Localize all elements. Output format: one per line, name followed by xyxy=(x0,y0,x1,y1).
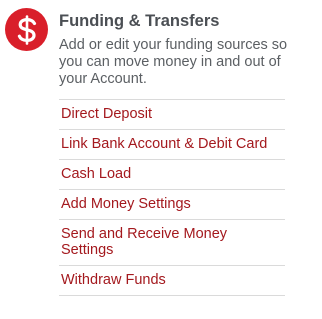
dollar-icon xyxy=(5,8,48,51)
description-line: your Account. xyxy=(59,71,147,87)
link-label: Link Bank Account & Debit Card xyxy=(61,136,268,152)
section-title: Funding & Transfers xyxy=(59,12,220,30)
link-label: Cash Load xyxy=(61,166,132,182)
description-line: Add or edit your funding sources so xyxy=(59,37,288,53)
funding-transfers-panel: Funding & Transfers Add or edit your fun… xyxy=(0,0,322,319)
section-description: Add or edit your funding sources so you … xyxy=(59,37,288,88)
description-line: you can move money in and out of xyxy=(59,54,281,70)
send-receive-money-settings-link[interactable]: Send and Receive Money Settings xyxy=(59,220,285,266)
add-money-settings-link[interactable]: Add Money Settings xyxy=(59,190,285,220)
link-label: Withdraw Funds xyxy=(61,272,166,288)
link-label: Settings xyxy=(61,242,114,258)
cash-load-link[interactable]: Cash Load xyxy=(59,160,285,190)
link-label: Send and Receive Money xyxy=(61,226,228,242)
link-label: Add Money Settings xyxy=(61,196,191,212)
link-label: Direct Deposit xyxy=(61,106,153,122)
section-header: Funding & Transfers Add or edit your fun… xyxy=(59,11,288,88)
withdraw-funds-link[interactable]: Withdraw Funds xyxy=(59,266,285,296)
link-bank-account-link[interactable]: Link Bank Account & Debit Card xyxy=(59,130,285,160)
direct-deposit-link[interactable]: Direct Deposit xyxy=(59,100,285,130)
funding-links-list: Direct Deposit Link Bank Account & Debit… xyxy=(59,99,285,296)
